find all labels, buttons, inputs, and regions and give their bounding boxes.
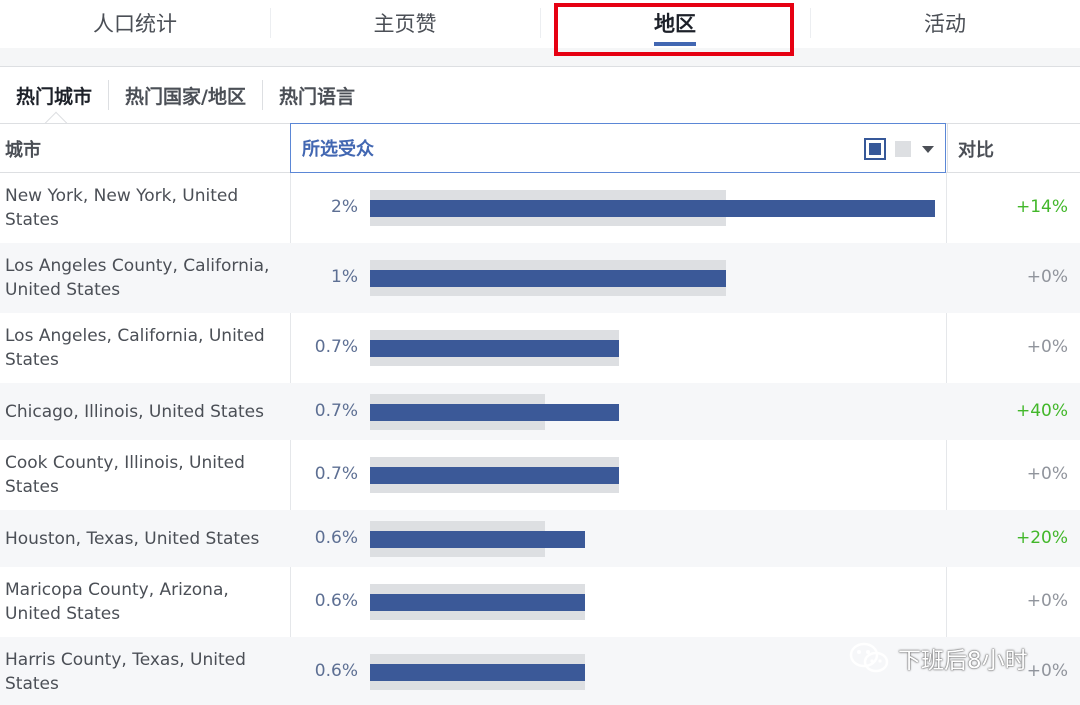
location-panel: 热门城市 热门国家/地区 热门语言 城市 所选受众 对比 New York, N… — [0, 66, 1080, 705]
compare-value: +20% — [1015, 528, 1068, 548]
audience-percent: 0.6% — [314, 528, 358, 548]
audience-bar-group — [0, 313, 1080, 383]
watermark: 下班后8小时 — [848, 640, 1028, 676]
selected-bar — [370, 404, 619, 421]
table-row: Cook County, Illinois, United States 0.7%… — [0, 440, 1080, 510]
audience-bar-group — [0, 567, 1080, 637]
tab-label: 人口统计 — [93, 12, 177, 36]
compare-value: +40% — [1015, 401, 1068, 421]
audience-percent: 0.7% — [314, 401, 358, 421]
subtab-top-languages[interactable]: 热门语言 — [261, 80, 371, 110]
table-row: Chicago, Illinois, United States 0.7% +40% — [0, 383, 1080, 440]
table-row: New York, New York, United States 2% +14% — [0, 173, 1080, 243]
tab-label: 活动 — [924, 12, 966, 36]
selected-bar — [370, 531, 585, 548]
audience-percent: 0.6% — [314, 661, 358, 681]
tab-page-likes[interactable]: 主页赞 — [270, 0, 540, 48]
selected-bar — [370, 200, 935, 217]
top-tabs: 人口统计 主页赞 地区 活动 — [0, 0, 1080, 48]
compare-value: +0% — [1026, 591, 1068, 611]
selected-bar — [370, 340, 619, 357]
audience-bar-group — [0, 173, 1080, 243]
compare-value: +0% — [1026, 267, 1068, 287]
audience-bar-group — [0, 510, 1080, 567]
audience-percent: 0.7% — [314, 337, 358, 357]
column-header-label: 所选受众 — [302, 139, 374, 160]
wechat-icon — [849, 642, 889, 673]
legend-selected-swatch[interactable] — [864, 138, 886, 160]
compare-value: +0% — [1026, 661, 1068, 681]
subtab-label: 热门国家/地区 — [125, 85, 246, 108]
audience-percent: 0.6% — [314, 591, 358, 611]
audience-bar-group — [0, 383, 1080, 440]
audience-percent: 0.7% — [314, 464, 358, 484]
column-header-compare: 对比 — [947, 124, 1080, 173]
column-header-city: 城市 — [5, 139, 41, 161]
audience-bar-group — [0, 243, 1080, 313]
table-header: 城市 所选受众 对比 — [0, 123, 1080, 173]
subtab-top-cities[interactable]: 热门城市 — [0, 80, 108, 110]
subtab-label: 热门语言 — [278, 85, 355, 108]
table-row: Houston, Texas, United States 0.6% +20% — [0, 510, 1080, 567]
tab-label: 主页赞 — [373, 12, 437, 36]
column-header-selected-audience[interactable]: 所选受众 — [290, 123, 946, 173]
audience-percent: 2% — [331, 197, 358, 217]
tab-activity[interactable]: 活动 — [810, 0, 1080, 48]
selected-bar — [370, 594, 585, 611]
watermark-text: 下班后8小时 — [898, 648, 1028, 674]
audience-percent: 1% — [331, 267, 358, 287]
tab-label: 地区 — [654, 12, 696, 36]
compare-value: +14% — [1015, 197, 1068, 217]
table-row: Los Angeles County, California, United S… — [0, 243, 1080, 313]
sub-tabs: 热门城市 热门国家/地区 热门语言 — [0, 67, 1080, 135]
selected-bar — [370, 664, 585, 681]
selected-bar — [370, 467, 619, 484]
compare-value: +0% — [1026, 464, 1068, 484]
chevron-down-icon[interactable] — [922, 146, 934, 153]
subtab-label: 热门城市 — [16, 85, 93, 108]
table-row: Los Angeles, California, United States 0.… — [0, 313, 1080, 383]
active-tab-underline — [654, 42, 696, 46]
audience-bar-group — [0, 440, 1080, 510]
tab-location[interactable]: 地区 — [540, 0, 810, 48]
legend-baseline-swatch[interactable] — [895, 141, 911, 157]
table-row: Maricopa County, Arizona, United States 0… — [0, 567, 1080, 637]
selected-bar — [370, 270, 726, 287]
compare-value: +0% — [1026, 337, 1068, 357]
subtab-top-countries[interactable]: 热门国家/地区 — [108, 80, 262, 110]
tab-demographics[interactable]: 人口统计 — [0, 0, 270, 48]
